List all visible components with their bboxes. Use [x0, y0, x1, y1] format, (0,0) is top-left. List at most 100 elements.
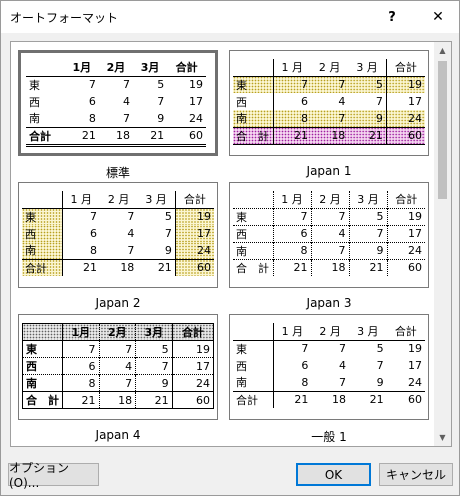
- value-cell: 21: [135, 391, 173, 409]
- header-cell: 3 月: [348, 59, 387, 76]
- format-japan-2[interactable]: 1 月 2 月 3 月 合計 東 7 7 5 19 西 6 4 7 17 南 8 7 9 24 合計 21…: [18, 182, 218, 288]
- header-cell: 2 月: [319, 325, 341, 339]
- row-label: 西: [233, 357, 274, 374]
- header-cell: 3 月: [357, 325, 379, 339]
- value-cell: 7: [338, 375, 346, 389]
- value-cell: 21: [137, 259, 176, 276]
- value-cell: 7: [338, 78, 346, 92]
- row-label: 南: [22, 374, 63, 392]
- dialog-title: オートフォーマット: [10, 11, 119, 25]
- header-cell: 合計: [394, 325, 417, 339]
- header-cell: 合計: [394, 61, 417, 75]
- value-cell: 60: [196, 393, 210, 407]
- format-japan-4[interactable]: 1月 2月 3月 合計 東 7 7 5 19 西 6 4 7 17 南 8 7 9 24 合 計 21 18…: [18, 314, 218, 420]
- value-cell: 21: [349, 259, 388, 276]
- autoformat-dialog: オートフォーマット ? ✕ 1月 2月 3月 合計 東 7 7 5 19 西 6 4 7 17 …: [0, 0, 460, 496]
- title-bar: オートフォーマット ? ✕: [1, 1, 459, 33]
- value-cell: 4: [123, 95, 131, 108]
- help-button[interactable]: ?: [375, 1, 409, 33]
- format-caption: 標準: [105, 166, 130, 180]
- format-preview-table: 1 月 2 月 3 月 合計 東 7 7 5 19 西 6 4 7 17 南 8 7 9 24 合計 21…: [22, 191, 214, 276]
- format-japan-3[interactable]: 1 月 2 月 3 月 合計 東 7 7 5 19 西 6 4 7 17 南 8 7 9 24 合 計2…: [229, 182, 429, 288]
- scroll-down-icon[interactable]: ▼: [434, 429, 451, 446]
- value-cell: 21: [273, 259, 312, 276]
- value-cell: 9: [376, 375, 384, 389]
- value-cell: 5: [157, 78, 165, 92]
- row-label: 東: [233, 340, 274, 357]
- value-cell: 24: [175, 242, 214, 259]
- format-general-1[interactable]: 1 月 2 月 3 月 合計 東 7 7 5 19 西 6 4 7 17 南 8 7 9 24 合計 21…: [229, 314, 429, 420]
- format-gallery[interactable]: 1月 2月 3月 合計 東 7 7 5 19 西 6 4 7 17 南 8 7 9 24 合計 21 18 2…: [10, 41, 452, 447]
- value-cell: 21: [62, 391, 100, 409]
- value-cell: 60: [175, 259, 214, 276]
- value-cell: 21: [81, 129, 96, 142]
- value-cell: 18: [331, 129, 346, 142]
- value-cell: 7: [123, 111, 131, 125]
- value-cell: 4: [311, 225, 350, 242]
- value-cell: 21: [369, 393, 384, 407]
- vertical-scrollbar[interactable]: ▲ ▼: [434, 42, 451, 446]
- value-cell: 24: [196, 376, 210, 390]
- value-cell: 24: [189, 111, 203, 125]
- row-label: 南: [29, 112, 40, 126]
- scroll-thumb[interactable]: [438, 61, 447, 199]
- row-label: 西: [233, 225, 274, 242]
- scroll-up-icon[interactable]: ▲: [434, 42, 451, 59]
- value-cell: 17: [196, 359, 210, 373]
- value-cell: 7: [376, 359, 384, 372]
- format-preview-table: 1月 2月 3月 合計 東 7 7 5 19 西 6 4 7 17 南 8 7 9 24 合計 21 18 2…: [26, 59, 206, 147]
- total-label: 合 計: [233, 127, 274, 144]
- format-preview-table: 1 月 2 月 3 月 合計 東 7 7 5 19 西 6 4 7 17 南 8 7 9 24 合計 21…: [233, 323, 425, 408]
- total-label: 合 計: [22, 391, 63, 409]
- value-cell: 7: [88, 78, 96, 92]
- value-cell: 18: [331, 393, 346, 407]
- row-label: 南: [233, 242, 274, 259]
- value-cell: 19: [408, 210, 422, 223]
- value-cell: 6: [88, 95, 96, 108]
- value-cell: 17: [408, 227, 422, 240]
- format-preview-table: 1 月 2 月 3 月 合計 東 7 7 5 19 西 6 4 7 17 南 8 7 9 24 合 計2…: [233, 59, 425, 145]
- header-cell: 2 月: [318, 61, 341, 75]
- header-cell: 2月: [99, 323, 137, 341]
- value-cell: 60: [408, 261, 422, 275]
- value-cell: 8: [88, 111, 96, 125]
- options-button[interactable]: オプション(O)...: [8, 461, 99, 490]
- value-cell: 18: [120, 261, 135, 275]
- header-cell: 2 月: [107, 193, 130, 207]
- value-cell: 4: [338, 95, 346, 108]
- close-button[interactable]: ✕: [421, 1, 455, 33]
- header-cell: 2月: [106, 61, 126, 75]
- value-cell: 4: [338, 359, 346, 372]
- value-cell: 18: [99, 391, 137, 409]
- format-japan-1[interactable]: 1 月 2 月 3 月 合計 東 7 7 5 19 西 6 4 7 17 南 8 7 9 24 合 計2…: [229, 50, 429, 156]
- header-cell: 1月: [72, 61, 92, 75]
- header-cell: 3 月: [349, 191, 388, 208]
- value-cell: 6: [62, 357, 100, 375]
- value-cell: 7: [311, 208, 350, 225]
- value-cell: 7: [338, 342, 346, 356]
- row-label: 東: [22, 208, 63, 225]
- value-cell: 7: [99, 374, 137, 392]
- value-cell: 6: [301, 359, 309, 372]
- value-cell: 60: [189, 129, 203, 142]
- value-cell: 19: [408, 78, 422, 92]
- format-standard[interactable]: 1月 2月 3月 合計 東 7 7 5 19 西 6 4 7 17 南 8 7 9 24 合計 21 18 2…: [18, 50, 218, 156]
- row-label: 南: [233, 110, 274, 127]
- cancel-button[interactable]: キャンセル: [379, 463, 453, 486]
- header-cell: 合計: [183, 193, 206, 207]
- header-cell: 合計: [175, 61, 198, 75]
- format-preview-table: 1月 2月 3月 合計 東 7 7 5 19 西 6 4 7 17 南 8 7 9 24 合 計 21 18…: [22, 323, 214, 409]
- value-cell: 24: [408, 244, 422, 257]
- value-cell: 19: [189, 78, 203, 92]
- row-label: 西: [233, 93, 274, 110]
- value-cell: 24: [408, 375, 422, 389]
- value-cell: 8: [301, 111, 308, 125]
- value-cell: 18: [311, 259, 350, 276]
- value-cell: 7: [311, 242, 350, 259]
- value-cell: 5: [137, 208, 176, 225]
- value-cell: 7: [348, 93, 387, 110]
- row-label: 東: [29, 78, 40, 92]
- value-cell: 19: [175, 208, 214, 225]
- ok-button[interactable]: OK: [296, 463, 371, 486]
- format-caption: Japan 2: [95, 296, 141, 310]
